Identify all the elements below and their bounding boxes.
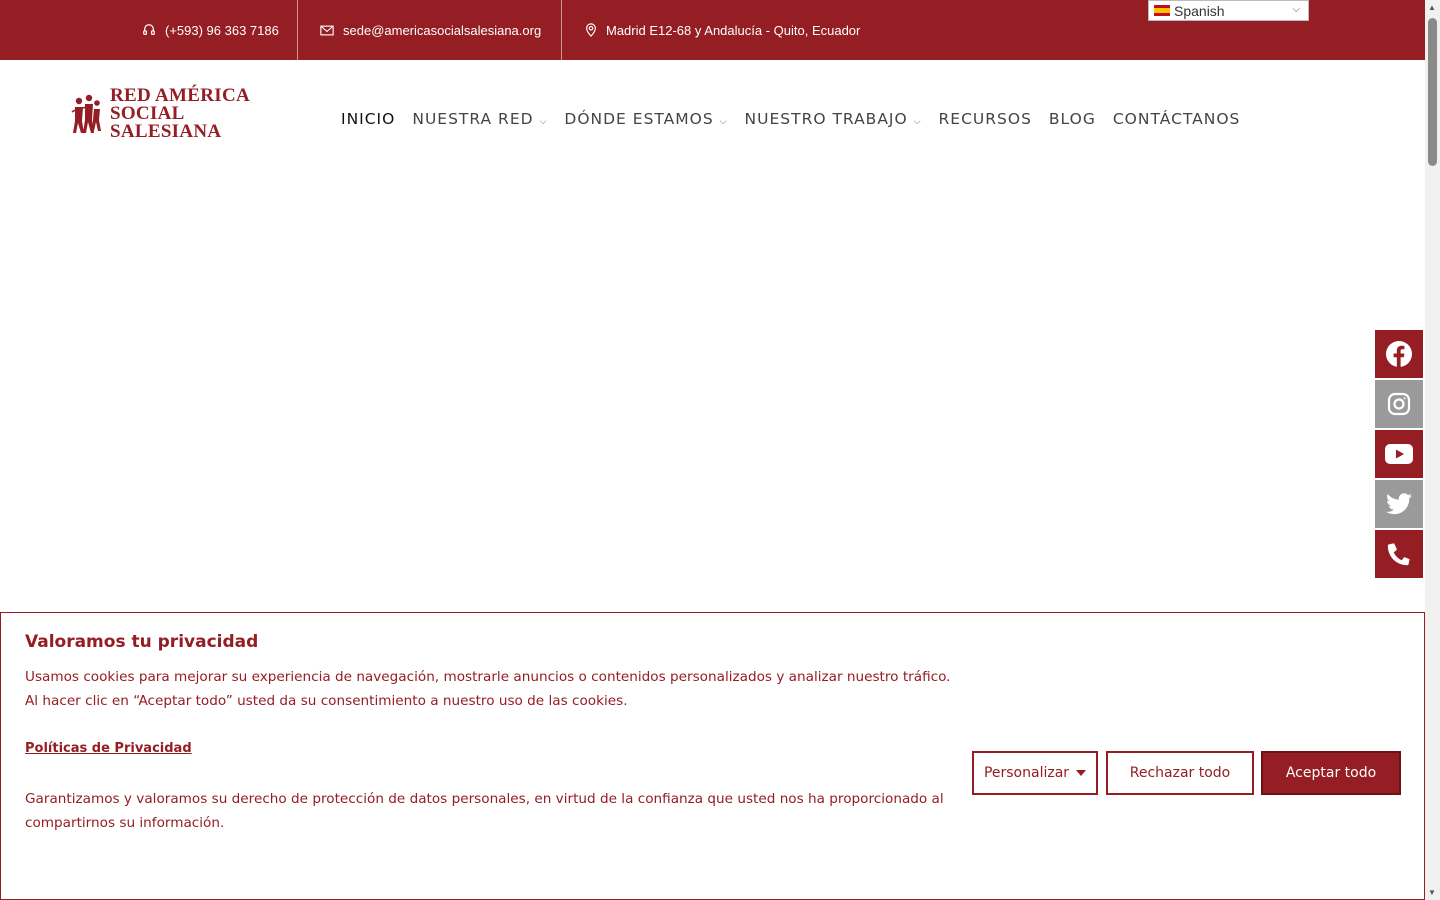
nav-item-nuestro-trabajo[interactable]: NUESTRO TRABAJO ⌵ xyxy=(745,110,922,128)
chevron-down-icon: ⌵ xyxy=(539,117,548,127)
email-text: sede@americasocialsalesiana.org xyxy=(343,22,542,38)
facebook-icon xyxy=(1386,341,1412,367)
nav-label: DÓNDE ESTAMOS xyxy=(564,110,714,128)
language-selected: Spanish xyxy=(1174,2,1225,19)
nav-item-inicio[interactable]: INICIO xyxy=(341,110,395,128)
twitter-link[interactable] xyxy=(1375,480,1423,528)
youtube-link[interactable] xyxy=(1375,430,1423,478)
main-nav: INICIO NUESTRA RED ⌵ DÓNDE ESTAMOS ⌵ NUEST… xyxy=(341,107,1257,131)
phone-contact[interactable]: (+593) 96 363 7186 xyxy=(142,0,279,60)
people-logo-icon xyxy=(71,94,101,133)
nav-item-nuestra-red[interactable]: NUESTRA RED ⌵ xyxy=(412,110,547,128)
social-sidebar xyxy=(1375,330,1423,580)
caret-down-icon xyxy=(1076,770,1087,776)
nav-label: NUESTRA RED xyxy=(412,110,534,128)
reject-all-button[interactable]: Rechazar todo xyxy=(1106,751,1254,795)
nav-item-donde-estamos[interactable]: DÓNDE ESTAMOS ⌵ xyxy=(564,110,727,128)
cookie-description-2: Garantizamos y valoramos su derecho de p… xyxy=(25,791,944,831)
location-pin-icon xyxy=(586,23,596,37)
envelope-icon xyxy=(320,25,334,35)
spain-flag-icon xyxy=(1154,5,1170,16)
youtube-icon xyxy=(1385,444,1413,464)
accept-all-button[interactable]: Aceptar todo xyxy=(1261,751,1401,795)
instagram-link[interactable] xyxy=(1375,380,1423,428)
cookie-description: Usamos cookies para mejorar su experienc… xyxy=(25,669,951,709)
customize-label: Personalizar xyxy=(983,765,1070,781)
chevron-down-icon: ⌵ xyxy=(719,117,728,127)
phone-icon xyxy=(1387,543,1410,566)
scroll-down-arrow-icon[interactable]: ▼ xyxy=(1428,888,1436,897)
nav-label: CONTÁCTANOS xyxy=(1112,110,1241,128)
twitter-icon xyxy=(1386,493,1412,515)
chevron-down-icon: ⌵ xyxy=(1292,4,1300,15)
customize-button[interactable]: Personalizar xyxy=(972,751,1098,795)
nav-item-blog[interactable]: BLOG xyxy=(1049,110,1096,128)
nav-label: NUESTRO TRABAJO xyxy=(744,110,908,128)
nav-label: INICIO xyxy=(341,110,396,128)
nav-label: RECURSOS xyxy=(938,110,1032,128)
language-select[interactable]: Spanish ⌵ xyxy=(1148,0,1309,21)
headset-icon xyxy=(143,24,155,35)
scroll-up-arrow-icon[interactable]: ▲ xyxy=(1428,3,1436,12)
email-contact[interactable]: sede@americasocialsalesiana.org xyxy=(320,0,541,60)
scrollbar-thumb[interactable] xyxy=(1428,18,1437,166)
address-text: Madrid E12-68 y Andalucía - Quito, Ecuad… xyxy=(606,22,861,38)
chevron-down-icon: ⌵ xyxy=(913,117,922,127)
nav-label: BLOG xyxy=(1048,110,1096,128)
phone-link[interactable] xyxy=(1375,530,1423,578)
divider xyxy=(561,0,562,60)
cookie-title: Valoramos tu privacidad xyxy=(25,632,259,652)
instagram-icon xyxy=(1387,392,1411,416)
logo-line-2: SOCIAL SALESIANA xyxy=(109,103,222,142)
privacy-policy-link[interactable]: Políticas de Privacidad xyxy=(25,741,192,756)
cookie-consent-banner: Valoramos tu privacidad Usamos cookies p… xyxy=(0,612,1425,900)
nav-item-recursos[interactable]: RECURSOS xyxy=(939,110,1032,128)
reject-label: Rechazar todo xyxy=(1129,765,1231,781)
page-scrollbar[interactable]: ▲ ▼ xyxy=(1425,0,1440,900)
address-contact: Madrid E12-68 y Andalucía - Quito, Ecuad… xyxy=(585,0,860,60)
facebook-link[interactable] xyxy=(1375,330,1423,378)
phone-text: (+593) 96 363 7186 xyxy=(165,22,279,38)
accept-label: Aceptar todo xyxy=(1285,765,1377,781)
site-logo[interactable]: RED AMÉRICA SOCIAL SALESIANA xyxy=(70,86,300,141)
divider xyxy=(297,0,298,60)
nav-item-contactanos[interactable]: CONTÁCTANOS xyxy=(1113,110,1241,128)
